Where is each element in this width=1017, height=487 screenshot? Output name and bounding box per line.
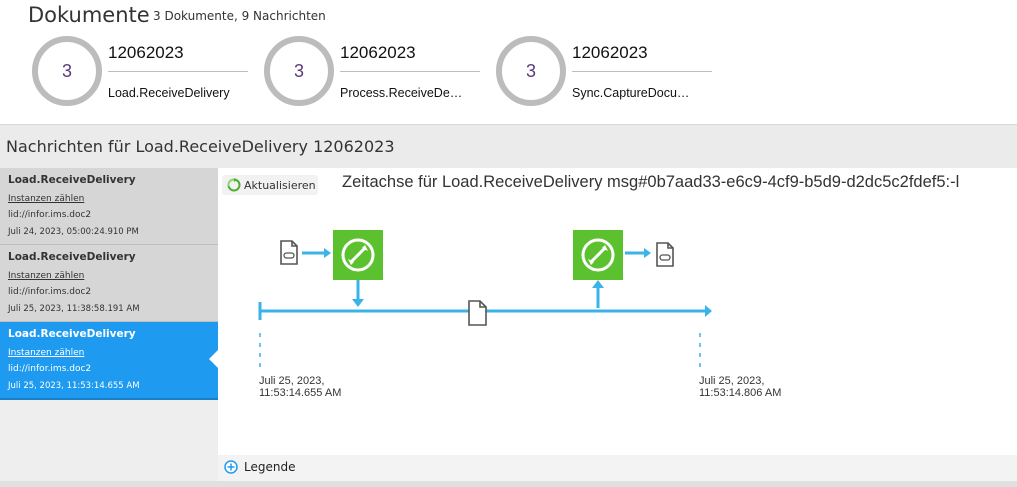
message-list: Load.ReceiveDelivery Instanzen zählen li… — [0, 168, 218, 487]
refresh-icon — [227, 178, 241, 192]
message-count-ring: 3 — [264, 36, 334, 106]
timeline-arrowhead — [705, 305, 712, 317]
message-title: Load.ReceiveDelivery — [8, 174, 136, 186]
message-item[interactable]: Load.ReceiveDelivery Instanzen zählen li… — [0, 168, 218, 246]
message-date: Juli 25, 2023, 11:38:58.191 AM — [8, 304, 140, 314]
document-name: Process.ReceiveDe… — [340, 86, 463, 100]
timeline-title-container: Zeitachse für Load.ReceiveDelivery msg#0… — [342, 168, 1017, 198]
message-date: Juli 24, 2023, 05:00:24.910 PM — [8, 227, 139, 237]
divider — [340, 71, 480, 72]
divider — [572, 71, 712, 72]
start-date: Juli 25, 2023, — [259, 375, 325, 387]
count-instances-link[interactable]: Instanzen zählen — [8, 348, 84, 358]
section-bar: Nachrichten für Load.ReceiveDelivery 120… — [0, 124, 1017, 169]
document-id: 12062023 — [108, 43, 184, 62]
message-lid: lid://infor.ims.doc2 — [8, 364, 92, 374]
refresh-label: Aktualisieren — [244, 178, 316, 192]
document-card[interactable]: 3 12062023 Sync.CaptureDocu… — [496, 36, 716, 116]
divider — [108, 71, 248, 72]
documents-header: Dokumente 3 Dokumente, 9 Nachrichten 3 1… — [0, 0, 1017, 124]
timeline-diagram — [258, 230, 712, 368]
document-name: Load.ReceiveDelivery — [108, 86, 230, 100]
message-lid: lid://infor.ims.doc2 — [8, 287, 92, 297]
document-card[interactable]: 3 12062023 Load.ReceiveDelivery — [32, 36, 252, 116]
bottom-border — [0, 481, 1017, 487]
input-document-icon — [280, 240, 298, 265]
message-count-ring: 3 — [32, 36, 102, 106]
page-title: Dokumente — [28, 3, 150, 27]
timeline-end-label: Juli 25, 2023, 11:53:14.806 AM — [699, 375, 781, 399]
document-icon — [468, 300, 487, 326]
page-subtitle: 3 Dokumente, 9 Nachrichten — [153, 9, 326, 23]
message-item-selected[interactable]: Load.ReceiveDelivery Instanzen zählen li… — [0, 322, 218, 400]
timeline-start-label: Juli 25, 2023, 11:53:14.655 AM — [259, 375, 341, 399]
legend-toggle[interactable]: Legende — [244, 460, 295, 474]
refresh-button[interactable]: Aktualisieren — [222, 175, 318, 195]
section-title: Nachrichten für Load.ReceiveDelivery 120… — [6, 137, 395, 156]
message-lid: lid://infor.ims.doc2 — [8, 210, 92, 220]
timeline-title: Zeitachse für Load.ReceiveDelivery msg#0… — [342, 173, 960, 191]
document-id: 12062023 — [340, 43, 416, 62]
output-document-icon — [656, 242, 674, 267]
end-time: 11:53:14.806 AM — [699, 387, 782, 399]
document-id: 12062023 — [572, 43, 648, 62]
message-count-ring: 3 — [496, 36, 566, 106]
process-node-icon — [573, 230, 623, 280]
message-title: Load.ReceiveDelivery — [8, 251, 136, 263]
message-title: Load.ReceiveDelivery — [8, 328, 136, 340]
document-name: Sync.CaptureDocu… — [572, 86, 690, 100]
selection-pointer — [209, 350, 218, 368]
count-instances-link[interactable]: Instanzen zählen — [8, 194, 84, 204]
start-time: 11:53:14.655 AM — [259, 387, 342, 399]
document-card[interactable]: 3 12062023 Process.ReceiveDe… — [264, 36, 484, 116]
count-instances-link[interactable]: Instanzen zählen — [8, 271, 84, 281]
end-date: Juli 25, 2023, — [699, 375, 765, 387]
message-date: Juli 25, 2023, 11:53:14.655 AM — [8, 381, 140, 391]
process-node-icon — [333, 230, 383, 280]
message-item[interactable]: Load.ReceiveDelivery Instanzen zählen li… — [0, 245, 218, 323]
expand-plus-icon[interactable] — [224, 460, 238, 474]
legend-bar — [218, 455, 1017, 481]
